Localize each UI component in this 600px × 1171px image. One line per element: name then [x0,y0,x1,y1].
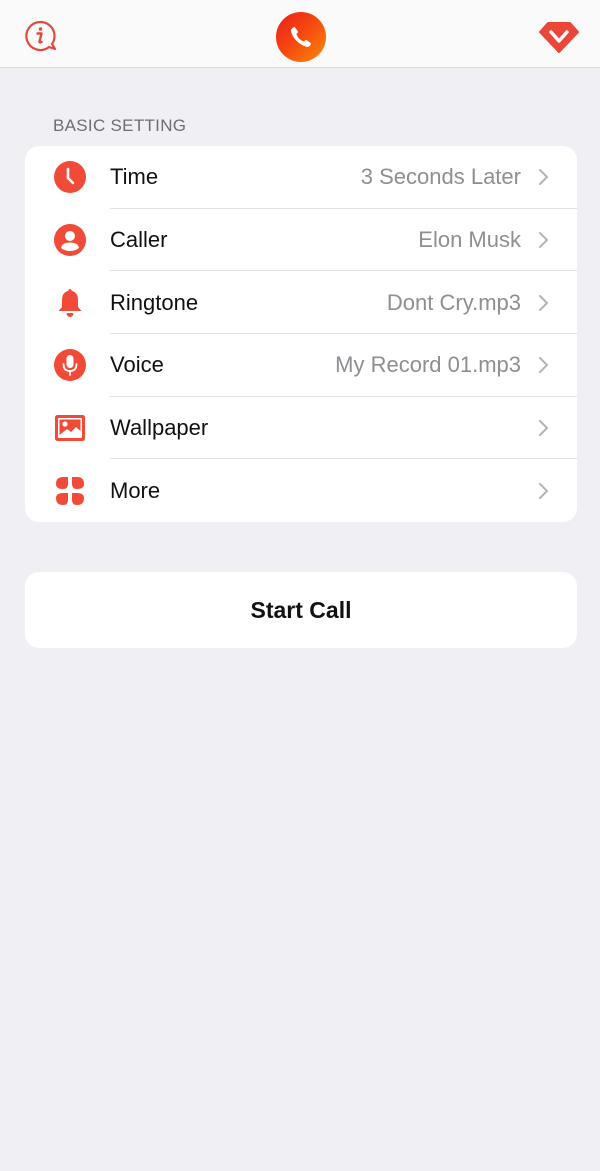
row-label: Voice [110,352,164,378]
section-header: BASIC SETTING [53,116,187,135]
chevron-right-icon [539,232,548,249]
settings-row-ringtone[interactable]: Ringtone Dont Cry.mp3 [25,271,577,335]
chevron-right-icon [539,420,548,437]
bell-icon [52,285,88,321]
grid-icon [52,473,88,509]
row-label: More [110,477,161,503]
chevron-right-icon [539,294,548,311]
row-value: My Record 01.mp3 [335,352,521,378]
row-label: Ringtone [110,289,199,315]
app-logo [276,12,326,62]
person-icon [52,222,88,258]
settings-row-caller[interactable]: Caller Elon Musk [25,209,577,272]
info-bubble-icon [25,20,57,52]
settings-row-voice[interactable]: Voice My Record 01.mp3 [25,334,577,397]
settings-row-time[interactable]: Time 3 Seconds Later [25,146,577,209]
chevron-right-icon [539,482,548,499]
row-value: 3 Seconds Later [360,164,521,190]
chevron-right-icon [539,357,548,374]
row-label: Wallpaper [110,415,209,441]
premium-button[interactable] [538,20,580,54]
settings-row-more[interactable]: More [25,459,577,522]
row-label: Caller [110,227,168,253]
start-call-button[interactable]: Start Call [25,572,577,648]
microphone-icon [52,347,88,383]
top-navigation-bar [0,0,600,68]
chevron-right-icon [539,169,548,186]
clock-icon [52,159,88,195]
premium-gem-icon [539,22,579,53]
row-value: Dont Cry.mp3 [386,289,521,315]
settings-list: Time 3 Seconds Later Caller Elon Musk Ri… [25,146,577,522]
row-label: Time [110,164,159,190]
settings-row-wallpaper[interactable]: Wallpaper [25,397,577,460]
row-value: Elon Musk [418,227,521,253]
image-icon [52,410,88,446]
info-button[interactable] [22,18,58,54]
phone-logo-icon [291,27,311,47]
